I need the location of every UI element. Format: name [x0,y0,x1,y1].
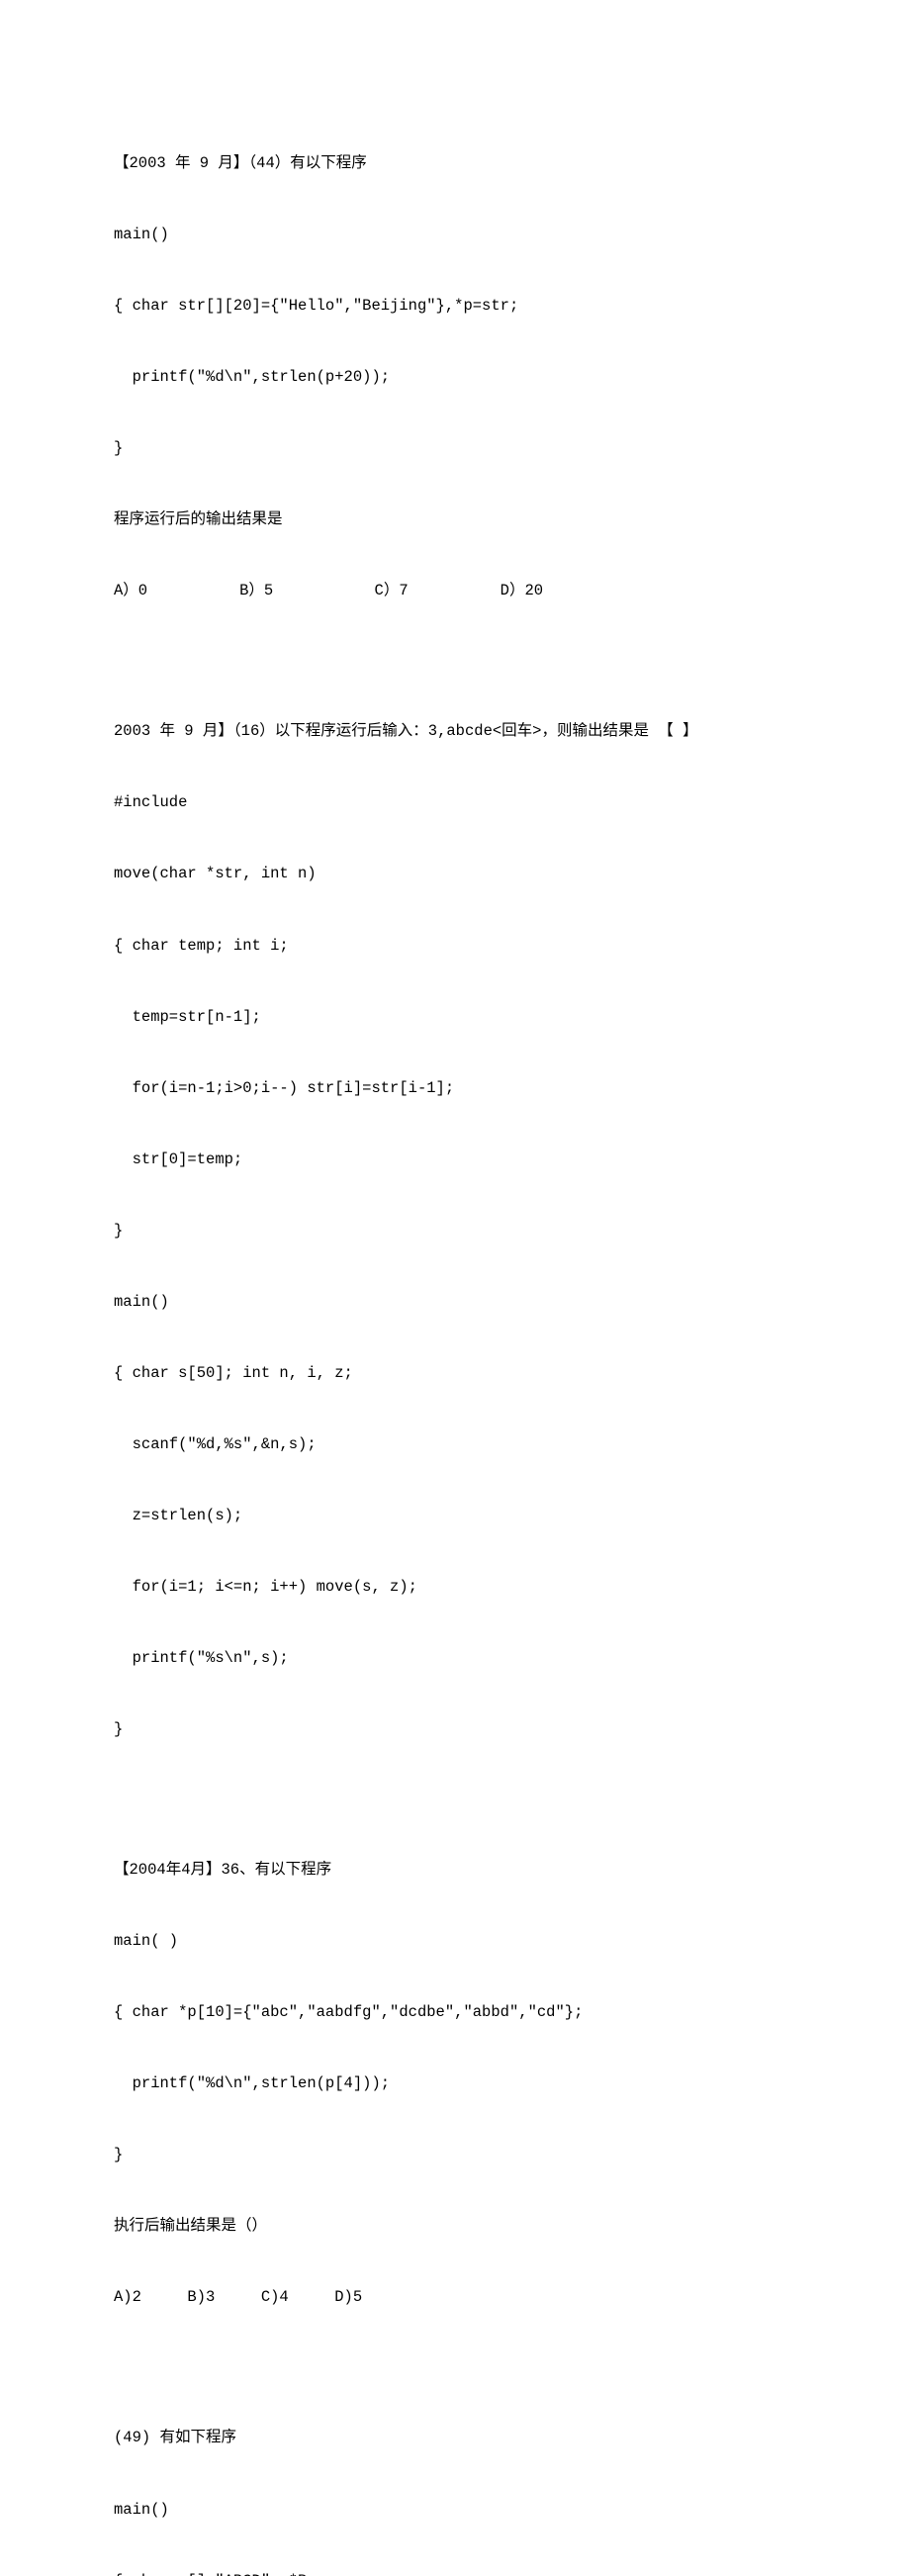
q2-code-line: printf("%s\n",s); [114,1646,796,1670]
q1-code-line: main() [114,223,796,246]
q1-code-line: } [114,436,796,460]
q3-code-line: { char *p[10]={"abc","aabdfg","dcdbe","a… [114,2000,796,2024]
q1-options: A）0 B）5 C）7 D）20 [114,579,796,602]
q2-code-line: for(i=n-1;i>0;i--) str[i]=str[i-1]; [114,1076,796,1100]
q1-code-line: printf("%d\n",strlen(p+20)); [114,365,796,389]
q4-header: (49) 有如下程序 [114,2426,796,2449]
q2-code-line: { char temp; int i; [114,934,796,958]
q1-header: 【2003 年 9 月】（44）有以下程序 [114,151,796,175]
question-3: 【2004年4月】36、有以下程序 main( ) { char *p[10]=… [114,1810,796,2356]
q4-code-line: main() [114,2498,796,2522]
q2-code-line: { char s[50]; int n, i, z; [114,1361,796,1385]
q2-header: 2003 年 9 月】（16）以下程序运行后输入：3,abcde<回车>，则输出… [114,719,796,743]
q2-code-line: move(char *str, int n) [114,862,796,885]
q3-code-line: } [114,2143,796,2166]
q4-code-line: { char s[]="ABCD", *P; [114,2569,796,2576]
q2-code-line: str[0]=temp; [114,1148,796,1171]
q2-code-line: } [114,1717,796,1741]
q3-code-line: printf("%d\n",strlen(p[4])); [114,2071,796,2095]
q2-code-line: } [114,1219,796,1242]
question-1: 【2003 年 9 月】（44）有以下程序 main() { char str[… [114,104,796,650]
q3-result-label: 执行后输出结果是（） [114,2214,796,2238]
q2-code-line: z=strlen(s); [114,1504,796,1527]
q2-code-line: scanf("%d,%s",&n,s); [114,1432,796,1456]
q2-code-line: for(i=1; i<=n; i++) move(s, z); [114,1575,796,1599]
question-2: 2003 年 9 月】（16）以下程序运行后输入：3,abcde<回车>，则输出… [114,672,796,1789]
q2-code-line: main() [114,1290,796,1314]
q1-code-line: { char str[][20]={"Hello","Beijing"},*p=… [114,294,796,318]
q1-result-label: 程序运行后的输出结果是 [114,507,796,531]
q3-header: 【2004年4月】36、有以下程序 [114,1858,796,1882]
question-4: (49) 有如下程序 main() { char s[]="ABCD", *P;… [114,2378,796,2576]
document-page: 【2003 年 9 月】（44）有以下程序 main() { char str[… [0,0,910,2576]
q2-code-line: temp=str[n-1]; [114,1005,796,1029]
q3-code-line: main( ) [114,1929,796,1953]
q2-code-line: #include [114,790,796,814]
q3-options: A)2 B)3 C)4 D)5 [114,2285,796,2309]
